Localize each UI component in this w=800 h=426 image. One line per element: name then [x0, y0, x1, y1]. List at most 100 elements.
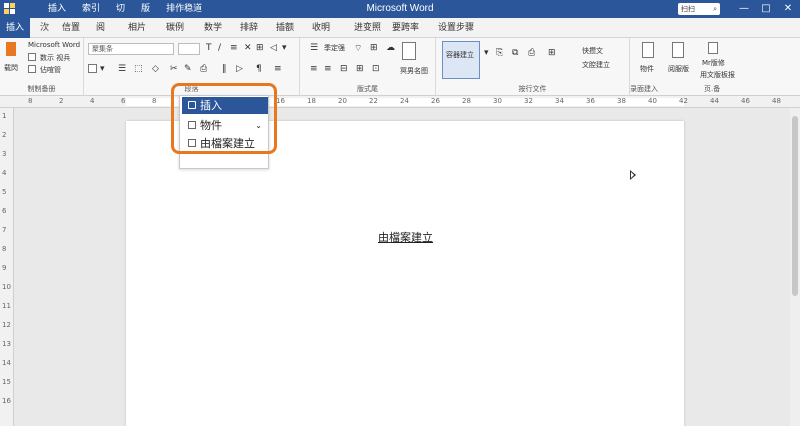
font-name-combo[interactable]: 聚集条 [88, 43, 174, 55]
style-item-1[interactable]: 容器建立 [446, 50, 474, 60]
vertical-scrollbar[interactable] [790, 108, 800, 426]
vruler-number: 1 [2, 112, 7, 120]
search-icon: ⌕ [713, 5, 717, 13]
style-selected-box[interactable] [442, 41, 480, 79]
close-button[interactable]: ✕ [778, 2, 798, 16]
title-search-box[interactable]: 扫扫 ⌕ [678, 3, 720, 15]
cut-icon[interactable]: ✂ [170, 64, 178, 74]
title-bar: 插入 索引 切 版 排作稳道 Microsoft Word 扫扫 ⌕ — □ ✕ [0, 0, 800, 18]
menu-index[interactable]: 索引 [74, 2, 108, 16]
menu-version[interactable]: 版 [133, 2, 158, 16]
format-icon[interactable] [28, 65, 36, 73]
tab-insert-2[interactable]: 插额 [276, 18, 294, 38]
indent-icon[interactable]: ☰ [310, 43, 318, 53]
pause-icon[interactable]: ‖ [222, 64, 227, 74]
print-icon[interactable]: ⎙ [200, 64, 207, 74]
para-mark-icon[interactable]: ¶ [256, 64, 262, 74]
object-icon[interactable] [642, 42, 654, 58]
vertical-ruler[interactable]: 1 2 3 4 5 6 7 8 9 10 11 12 13 14 15 16 [0, 108, 14, 426]
image-icon[interactable]: ⬚ [134, 64, 143, 74]
pages-icon[interactable]: ⧉ [512, 48, 518, 58]
vruler-number: 5 [2, 188, 7, 196]
ruler-number: 8 [28, 97, 33, 105]
slash-icon[interactable]: / [218, 43, 221, 53]
strike-icon[interactable]: ≡ [230, 43, 238, 53]
tab-math[interactable]: 数学 [204, 18, 222, 38]
align-center-icon[interactable]: ≡ [324, 64, 332, 74]
tab-jump[interactable]: 要跨率 [392, 18, 419, 38]
tab-photo[interactable]: 相片 [128, 18, 146, 38]
insert-item-3[interactable]: Mr版修 [702, 58, 725, 68]
tag-icon[interactable]: ◇ [152, 64, 159, 74]
clip-item-2[interactable]: 佔喧管 [40, 65, 61, 75]
layout-icon[interactable]: ⊞ [548, 48, 556, 58]
grow-icon[interactable]: ▾ [282, 43, 287, 53]
highlight-icon[interactable]: ✎ [184, 64, 192, 74]
tab-example[interactable]: 碳例 [166, 18, 184, 38]
paste-label[interactable]: 载閃 [4, 63, 18, 73]
doc-icon[interactable]: ⎘ [496, 48, 503, 58]
ruler-number: 46 [741, 97, 750, 105]
checkbox-icon[interactable] [88, 64, 97, 73]
ruler-number: 48 [772, 97, 781, 105]
insert-item-2[interactable]: 阅服版 [668, 64, 689, 74]
tab-2[interactable]: 㳄 [40, 18, 49, 38]
font-size-combo[interactable] [178, 43, 200, 55]
insert-item-4[interactable]: 用文版板报 [700, 70, 735, 80]
group-clipboard: 载閃 Microsoft Word 数示 视兵 佔喧管 制制备册 [0, 38, 84, 96]
para-item-2[interactable]: 冥男名图 [400, 66, 428, 76]
style-dropdown-icon[interactable]: ▾ [484, 48, 489, 58]
align-left-icon[interactable]: ≡ [310, 64, 318, 74]
reader-icon[interactable] [672, 42, 684, 58]
shrink-icon[interactable]: ◁ [270, 43, 277, 53]
ruler-number: 16 [276, 97, 285, 105]
border-icon[interactable]: ⊡ [372, 64, 380, 74]
tab-receive[interactable]: 收明 [312, 18, 330, 38]
horizontal-ruler[interactable]: 8246810121416182022242628303234363840424… [0, 96, 800, 108]
subscript-icon[interactable]: ⊞ [256, 43, 264, 53]
minimize-button[interactable]: — [734, 2, 754, 16]
menu-arrange[interactable]: 排作稳道 [158, 2, 210, 16]
vruler-number: 4 [2, 169, 7, 177]
copy-icon[interactable] [28, 53, 36, 61]
group-insert: 物件 阅服版 Mr版修 用文版板报 录面建入 页.备 [630, 38, 800, 96]
group-label-styles: 按行文件 [518, 85, 547, 93]
clip-item-1[interactable]: 数示 视兵 [40, 53, 70, 63]
menu-insert[interactable]: 插入 [40, 2, 74, 16]
new-doc-icon[interactable] [402, 42, 416, 60]
note-icon[interactable]: ⎙ [528, 48, 535, 58]
ribbon: 载閃 Microsoft Word 数示 视兵 佔喧管 制制备册 聚集条 T /… [0, 38, 800, 96]
tab-settings[interactable]: 信置 [62, 18, 80, 38]
grid-icon[interactable]: ⊞ [370, 43, 378, 53]
play-icon[interactable]: ▷ [236, 64, 243, 74]
tab-insert[interactable]: 插入 [0, 18, 31, 38]
tab-change[interactable]: 进变照 [354, 18, 381, 38]
template-icon[interactable] [708, 42, 718, 54]
tab-read[interactable]: 阅 [96, 18, 105, 38]
style-item-3[interactable]: 文腔建立 [582, 60, 610, 70]
wifi-icon[interactable]: ⌔ [354, 43, 362, 54]
insert-item-1[interactable]: 物件 [640, 64, 654, 74]
tab-setup-steps[interactable]: 设置步骤 [438, 18, 474, 38]
column-icon[interactable]: ⊞ [356, 64, 364, 74]
list-icon[interactable]: ☰ [118, 64, 126, 74]
tab-layout[interactable]: 排辞 [240, 18, 258, 38]
ruler-number: 38 [617, 97, 626, 105]
menu-cut[interactable]: 切 [108, 2, 133, 16]
bold-icon[interactable]: T [206, 43, 212, 53]
scrollbar-thumb[interactable] [792, 116, 798, 296]
ruler-number: 8 [152, 97, 157, 105]
align-icon[interactable]: ≡ [274, 64, 282, 74]
maximize-button[interactable]: □ [756, 2, 776, 16]
para-item-1[interactable]: 季定强 [324, 43, 345, 53]
table-icon[interactable]: ⊟ [340, 64, 348, 74]
mouse-cursor-icon [630, 170, 636, 180]
clear-icon[interactable]: ✕ [244, 43, 252, 53]
group-label-clipboard: 制制备册 [27, 85, 56, 93]
cloud-icon[interactable]: ☁ [386, 43, 395, 53]
document-text[interactable]: 由檔案建立 [378, 229, 433, 245]
ruler-number: 4 [90, 97, 95, 105]
style-item-2[interactable]: 快攒文 [582, 46, 603, 56]
dropdown-icon[interactable]: ▾ [100, 64, 105, 74]
paste-icon[interactable] [6, 42, 16, 56]
